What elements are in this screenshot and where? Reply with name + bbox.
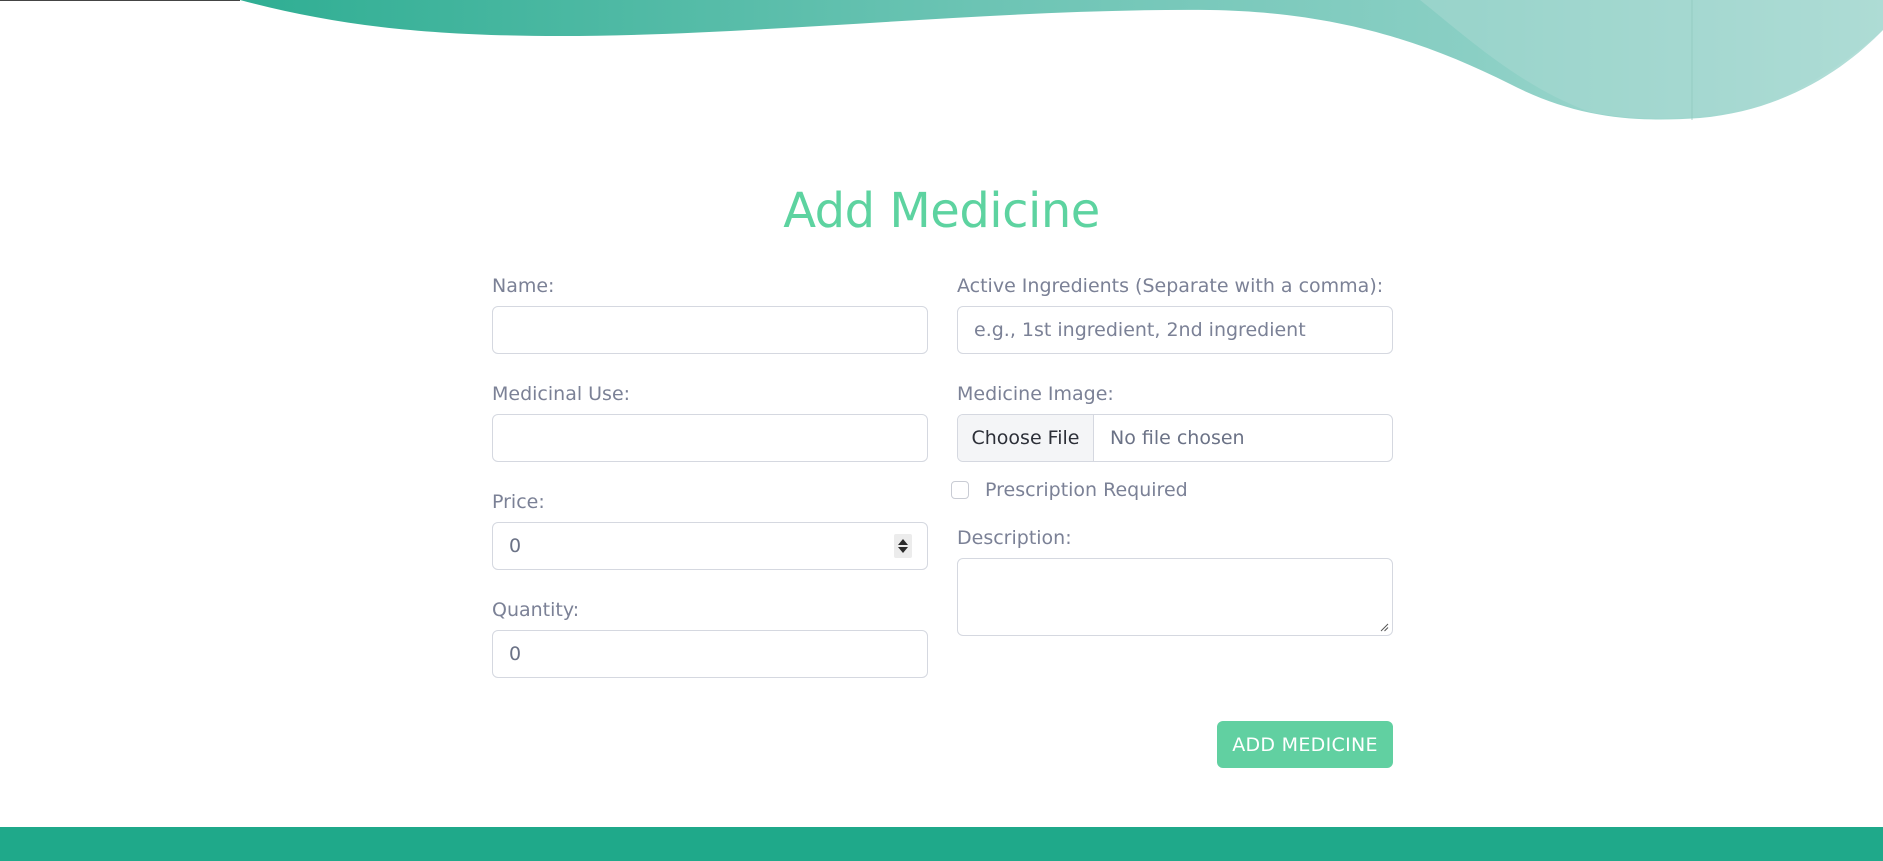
choose-file-button[interactable]: Choose File bbox=[958, 415, 1094, 461]
spinner-down-icon[interactable] bbox=[898, 547, 908, 553]
add-medicine-button[interactable]: ADD MEDICINE bbox=[1217, 721, 1393, 768]
medicine-image-file-input[interactable]: Choose File No file chosen bbox=[957, 414, 1393, 462]
description-textarea[interactable] bbox=[957, 558, 1393, 636]
quantity-input[interactable] bbox=[492, 630, 928, 678]
form-column-right: Active Ingredients (Separate with a comm… bbox=[951, 266, 1393, 636]
prescription-required-label[interactable]: Prescription Required bbox=[985, 479, 1188, 501]
number-spinner-icon[interactable] bbox=[894, 534, 912, 558]
file-status-text: No file chosen bbox=[1110, 427, 1245, 449]
price-field bbox=[492, 522, 928, 570]
active-ingredients-input[interactable] bbox=[957, 306, 1393, 354]
name-input[interactable] bbox=[492, 306, 928, 354]
page-title: Add Medicine bbox=[783, 183, 1100, 239]
prescription-required-row: Prescription Required bbox=[951, 462, 1393, 518]
resize-grip-icon[interactable] bbox=[1380, 623, 1389, 632]
spinner-up-icon[interactable] bbox=[898, 539, 908, 545]
prescription-required-checkbox[interactable] bbox=[951, 481, 969, 499]
page: Add Medicine Name: Medicinal Use: Price:… bbox=[0, 0, 1883, 861]
form-column-left: Name: Medicinal Use: Price: Quantity: bbox=[492, 266, 928, 678]
medicinal-use-label: Medicinal Use: bbox=[492, 383, 631, 405]
price-label: Price: bbox=[492, 491, 545, 513]
header-wave-banner bbox=[0, 0, 1883, 120]
name-label: Name: bbox=[492, 275, 555, 297]
medicine-image-label: Medicine Image: bbox=[957, 383, 1114, 405]
medicinal-use-input[interactable] bbox=[492, 414, 928, 462]
active-ingredients-label: Active Ingredients (Separate with a comm… bbox=[957, 275, 1384, 297]
quantity-label: Quantity: bbox=[492, 599, 580, 621]
description-label: Description: bbox=[957, 527, 1072, 549]
price-input[interactable] bbox=[492, 522, 928, 570]
footer-bar bbox=[0, 827, 1883, 861]
